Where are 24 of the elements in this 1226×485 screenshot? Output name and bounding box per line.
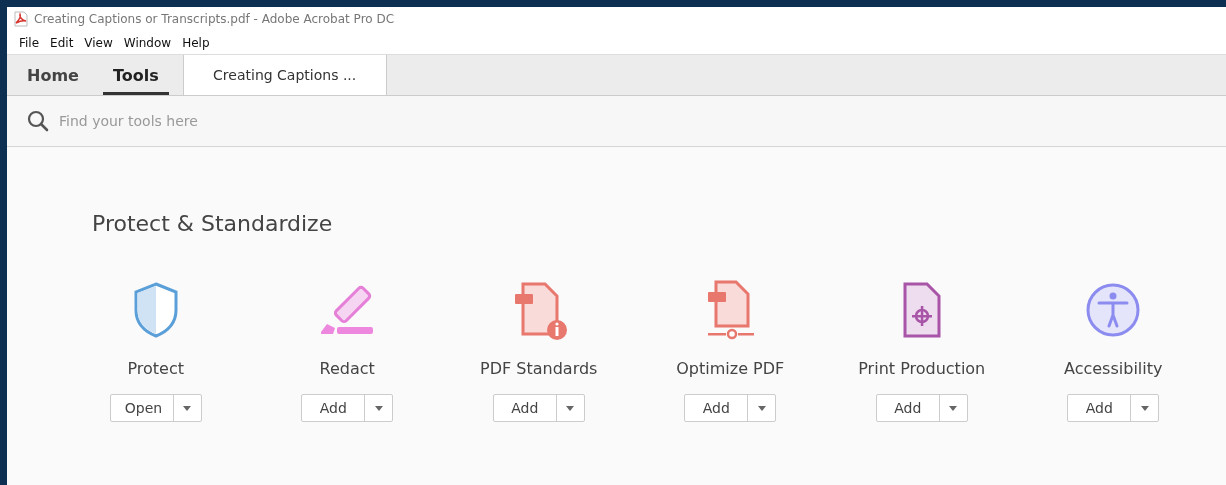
menu-item[interactable]: View [84,35,113,50]
menu-item[interactable]: Window [123,35,172,50]
caret-icon [757,405,766,411]
section-title: Protect & Standardize [92,211,334,236]
menu-item[interactable]: Help [182,35,210,50]
tool-name: Optimize PDF [676,359,785,378]
tab[interactable]: Home [17,55,89,95]
caret-icon [183,405,192,411]
tool-name: PDF Standards [480,359,598,378]
tool-name: Print Production [858,359,986,378]
pdf-icon [13,11,29,27]
tool-name: Protect [127,359,185,378]
menu-item[interactable]: Edit [50,35,74,50]
search-field[interactable]: Find your tools here [57,112,361,130]
tool-name: Accessibility [1064,359,1163,378]
menu-item[interactable]: File [19,35,40,50]
window-title: Creating Captions or Transcripts.pdf - Adobe Acrobat Pro DC [34,12,395,26]
caret-icon [566,405,575,411]
caret-icon [374,405,383,411]
tool-name: Redact [319,359,375,378]
document-tab[interactable]: Creating Captions ... [182,55,387,95]
search-icon [27,110,49,132]
caret-icon [1140,405,1149,411]
caret-icon [949,405,958,411]
